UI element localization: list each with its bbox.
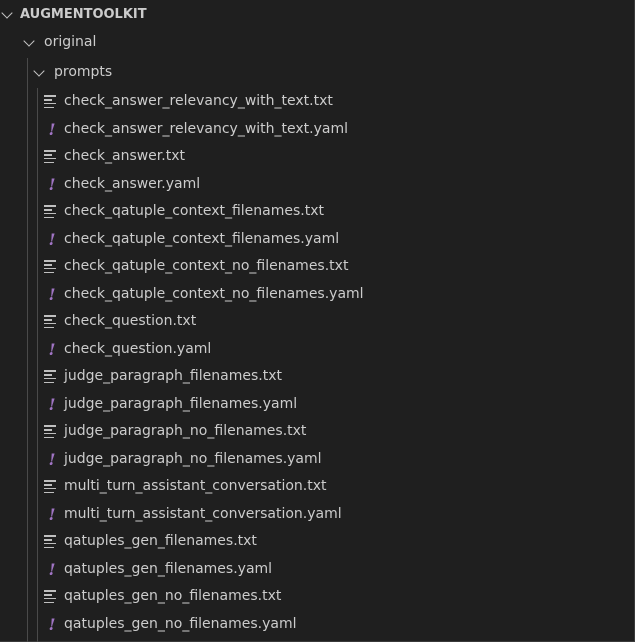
yaml-file-icon: ! — [48, 504, 56, 524]
indent-guide — [27, 58, 28, 642]
file-item[interactable]: ! check_qatuple_context_filenames.yaml — [40, 226, 634, 254]
file-name: multi_turn_assistant_conversation.yaml — [64, 505, 342, 522]
file-item[interactable]: ! qatuples_gen_no_filenames.yaml — [40, 611, 634, 639]
yaml-file-icon: ! — [48, 614, 56, 634]
file-item[interactable]: ! multi_turn_assistant_conversation.yaml — [40, 501, 634, 529]
yaml-file-icon: ! — [48, 284, 56, 304]
file-item[interactable]: judge_paragraph_filenames.txt — [40, 363, 634, 391]
text-file-icon — [44, 259, 60, 275]
folder-label: prompts — [54, 64, 113, 80]
file-name: multi_turn_assistant_conversation.txt — [64, 478, 327, 494]
folder-original[interactable]: original — [22, 29, 634, 56]
file-name: check_qatuple_context_no_filenames.txt — [64, 258, 349, 274]
text-file-icon — [44, 204, 60, 220]
text-file-icon — [44, 149, 60, 165]
yaml-file-icon: ! — [48, 339, 56, 359]
file-name: judge_paragraph_no_filenames.yaml — [64, 450, 322, 467]
file-item[interactable]: check_question.txt — [40, 308, 634, 336]
text-file-icon — [44, 589, 60, 605]
text-file-icon — [44, 534, 60, 550]
file-name: qatuples_gen_no_filenames.txt — [64, 588, 282, 604]
file-name: check_answer_relevancy_with_text.yaml — [64, 120, 349, 137]
yaml-file-icon: ! — [48, 449, 56, 469]
file-name: check_qatuple_context_filenames.txt — [64, 203, 325, 219]
root-folder-label: AUGMENTOOLKIT — [20, 7, 147, 22]
file-item[interactable]: judge_paragraph_no_filenames.txt — [40, 418, 634, 446]
file-item[interactable]: check_qatuple_context_no_filenames.txt — [40, 253, 634, 281]
file-item[interactable]: ! check_answer_relevancy_with_text.yaml — [40, 116, 634, 144]
file-name: qatuples_gen_filenames.txt — [64, 533, 257, 549]
file-list: check_answer_relevancy_with_text.txt! che… — [40, 88, 634, 638]
indent-guide — [37, 88, 38, 642]
explorer-root-header[interactable]: AUGMENTOOLKIT — [0, 1, 634, 28]
yaml-file-icon: ! — [48, 394, 56, 414]
file-item[interactable]: qatuples_gen_no_filenames.txt — [40, 583, 634, 611]
text-file-icon — [44, 369, 60, 385]
file-item[interactable]: check_qatuple_context_filenames.txt — [40, 198, 634, 226]
file-name: qatuples_gen_no_filenames.yaml — [64, 615, 297, 632]
file-item[interactable]: ! check_answer.yaml — [40, 171, 634, 199]
file-item[interactable]: multi_turn_assistant_conversation.txt — [40, 473, 634, 501]
file-item[interactable]: qatuples_gen_filenames.txt — [40, 528, 634, 556]
file-item[interactable]: check_answer.txt — [40, 143, 634, 171]
file-name: check_qatuple_context_filenames.yaml — [64, 230, 340, 247]
file-item[interactable]: ! judge_paragraph_filenames.yaml — [40, 391, 634, 419]
text-file-icon — [44, 94, 60, 110]
file-name: judge_paragraph_no_filenames.txt — [64, 423, 307, 439]
file-item[interactable]: check_answer_relevancy_with_text.txt — [40, 88, 634, 116]
file-name: check_question.yaml — [64, 340, 212, 357]
file-name: check_question.txt — [64, 313, 197, 329]
file-name: qatuples_gen_filenames.yaml — [64, 560, 273, 577]
file-item[interactable]: ! qatuples_gen_filenames.yaml — [40, 556, 634, 584]
file-item[interactable]: ! judge_paragraph_no_filenames.yaml — [40, 446, 634, 474]
file-name: judge_paragraph_filenames.yaml — [64, 395, 298, 412]
text-file-icon — [44, 479, 60, 495]
file-name: check_qatuple_context_no_filenames.yaml — [64, 285, 364, 302]
file-name: check_answer.yaml — [64, 175, 201, 192]
text-file-icon — [44, 314, 60, 330]
chevron-down-icon[interactable] — [32, 65, 48, 81]
file-name: check_answer_relevancy_with_text.txt — [64, 93, 333, 109]
text-file-icon — [44, 424, 60, 440]
file-item[interactable]: ! check_question.yaml — [40, 336, 634, 364]
chevron-down-icon[interactable] — [22, 35, 38, 51]
yaml-file-icon: ! — [48, 119, 56, 139]
chevron-down-icon[interactable] — [0, 7, 16, 23]
folder-label: original — [44, 34, 97, 50]
file-name: judge_paragraph_filenames.txt — [64, 368, 282, 384]
yaml-file-icon: ! — [48, 229, 56, 249]
file-explorer: AUGMENTOOLKIT original prompts check_ans… — [0, 0, 635, 642]
yaml-file-icon: ! — [48, 559, 56, 579]
file-name: check_answer.txt — [64, 148, 185, 164]
folder-prompts[interactable]: prompts — [32, 59, 634, 86]
yaml-file-icon: ! — [48, 174, 56, 194]
file-item[interactable]: ! check_qatuple_context_no_filenames.yaml — [40, 281, 634, 309]
